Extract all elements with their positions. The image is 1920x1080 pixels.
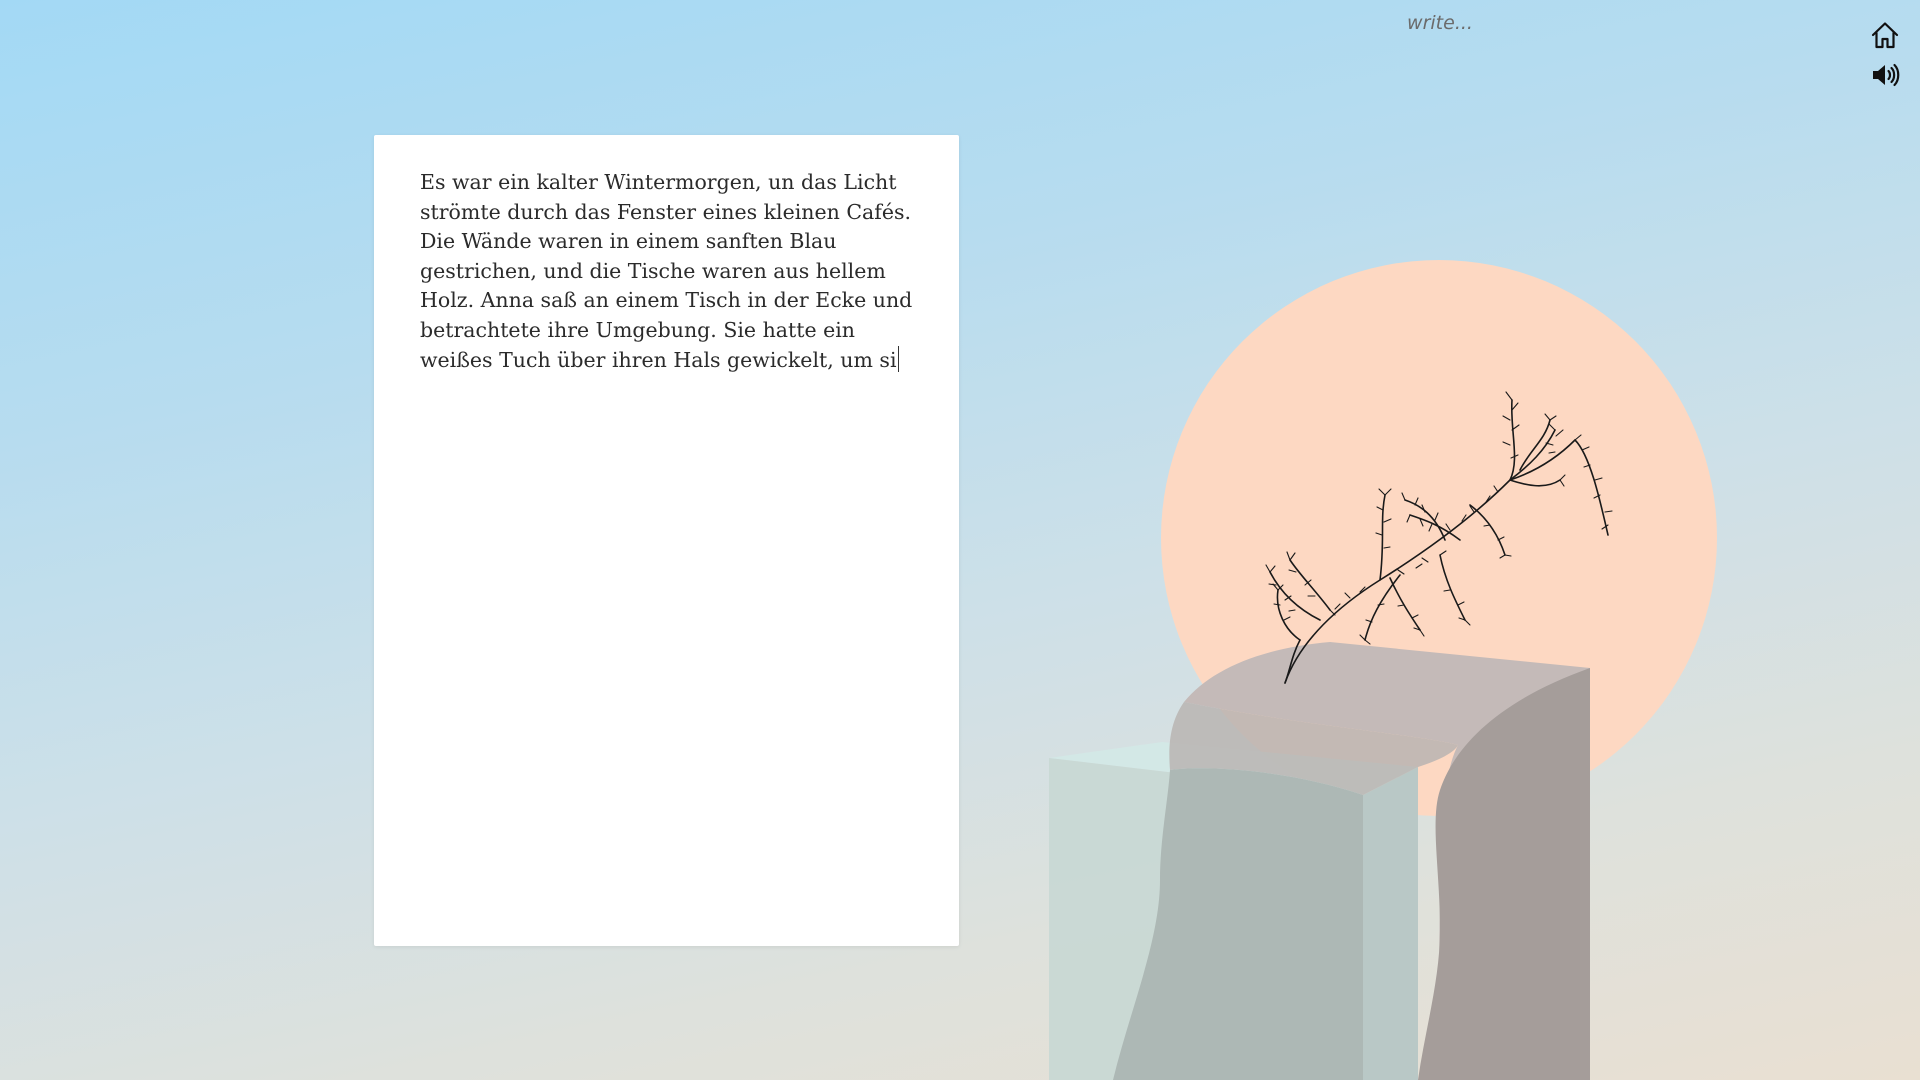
editor-text: Es war ein kalter Wintermorgen, un das L…	[420, 170, 919, 372]
rock-cliff	[1113, 642, 1590, 1080]
text-caret	[897, 345, 899, 372]
mode-label: write...	[1407, 12, 1473, 34]
writing-paper[interactable]: Es war ein kalter Wintermorgen, un das L…	[374, 135, 959, 946]
background-scene	[1049, 260, 1717, 1080]
home-icon	[1871, 22, 1899, 49]
sound-toggle-button[interactable]	[1868, 58, 1902, 92]
editor-textarea[interactable]: Es war ein kalter Wintermorgen, un das L…	[420, 168, 920, 375]
home-button[interactable]	[1868, 18, 1902, 52]
speaker-icon	[1873, 63, 1900, 87]
